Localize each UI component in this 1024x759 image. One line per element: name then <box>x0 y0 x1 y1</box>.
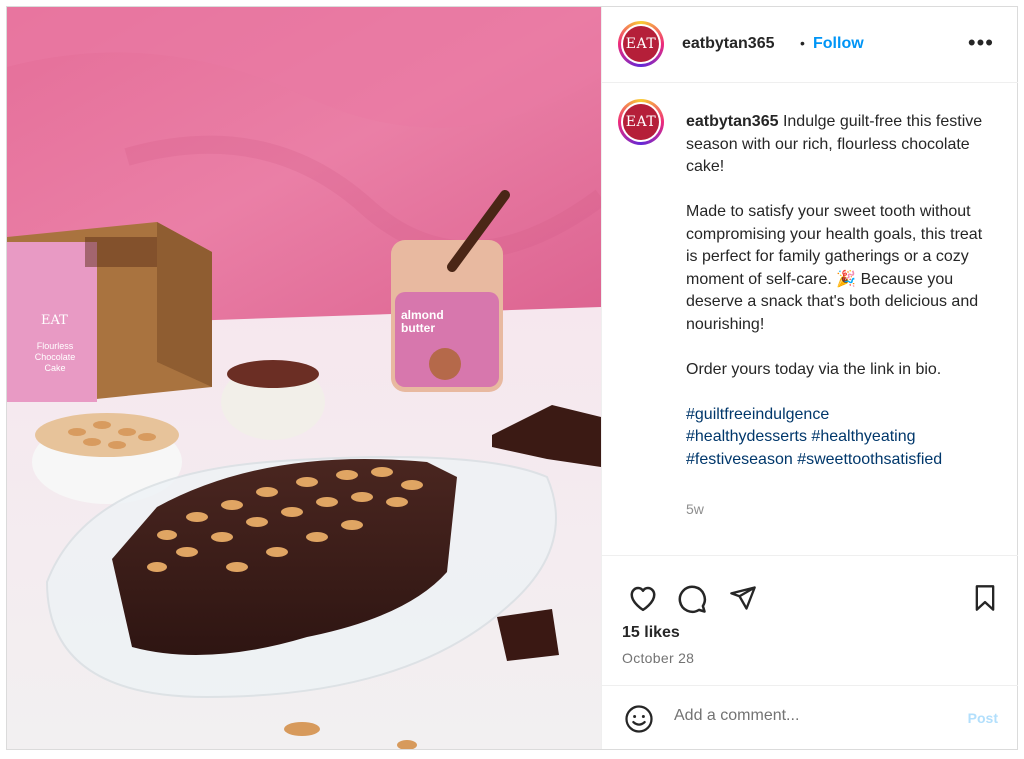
caption-username[interactable]: eatbytan365 <box>686 113 779 130</box>
avatar-logo: EAT <box>623 26 659 62</box>
cake-photo-illustration <box>7 7 601 749</box>
save-bookmark-icon[interactable] <box>972 584 998 617</box>
separator-dot: • <box>800 35 805 51</box>
caption-avatar-logo: EAT <box>623 104 659 140</box>
likes-count[interactable]: 15 likes <box>622 624 680 642</box>
like-heart-icon[interactable] <box>628 584 658 617</box>
hashtag-link[interactable]: #festiveseason <box>686 451 793 468</box>
comment-bar: Post <box>602 685 1018 749</box>
post-comment-button[interactable]: Post <box>968 710 998 726</box>
caption-avatar[interactable]: EAT <box>618 99 664 145</box>
action-bar: 15 likes October 28 <box>602 555 1018 685</box>
post-header: EAT eatbytan365 • Follow ••• <box>602 7 1018 83</box>
hashtag-link[interactable]: #healthydesserts <box>686 428 807 445</box>
post-time-ago[interactable]: 5w <box>686 501 704 517</box>
hashtag-link[interactable]: #healthyeating <box>811 428 915 445</box>
hashtag-link[interactable]: #sweettoothsatisfied <box>797 451 942 468</box>
avatar[interactable]: EAT <box>618 21 664 67</box>
box-brand: EAT <box>41 313 68 328</box>
emoji-icon[interactable] <box>624 704 654 739</box>
post-date: October 28 <box>622 650 695 666</box>
box-label: Flourless Chocolate Cake <box>34 341 76 373</box>
hashtags: #guiltfreeindulgence #healthydesserts #h… <box>686 404 996 472</box>
more-options-icon[interactable]: ••• <box>968 32 994 54</box>
jar-label: almond butter <box>401 308 444 335</box>
comment-bubble-icon[interactable] <box>677 584 707 619</box>
comment-input[interactable] <box>672 706 956 726</box>
caption: eatbytan365 Indulge guilt-free this fest… <box>686 111 996 471</box>
caption-paragraph-2: Made to satisfy your sweet tooth without… <box>686 203 983 333</box>
follow-button[interactable]: Follow <box>813 35 864 53</box>
caption-paragraph-3: Order yours today via the link in bio. <box>686 360 942 378</box>
hashtag-link[interactable]: #guiltfreeindulgence <box>686 406 829 423</box>
share-send-icon[interactable] <box>728 584 758 617</box>
post-image[interactable]: EAT Flourless Chocolate Cake almond butt… <box>7 7 601 749</box>
post-dialog: EAT Flourless Chocolate Cake almond butt… <box>6 6 1018 750</box>
post-panel: EAT eatbytan365 • Follow ••• EAT eatbyta… <box>601 7 1018 749</box>
header-username[interactable]: eatbytan365 <box>682 35 775 53</box>
